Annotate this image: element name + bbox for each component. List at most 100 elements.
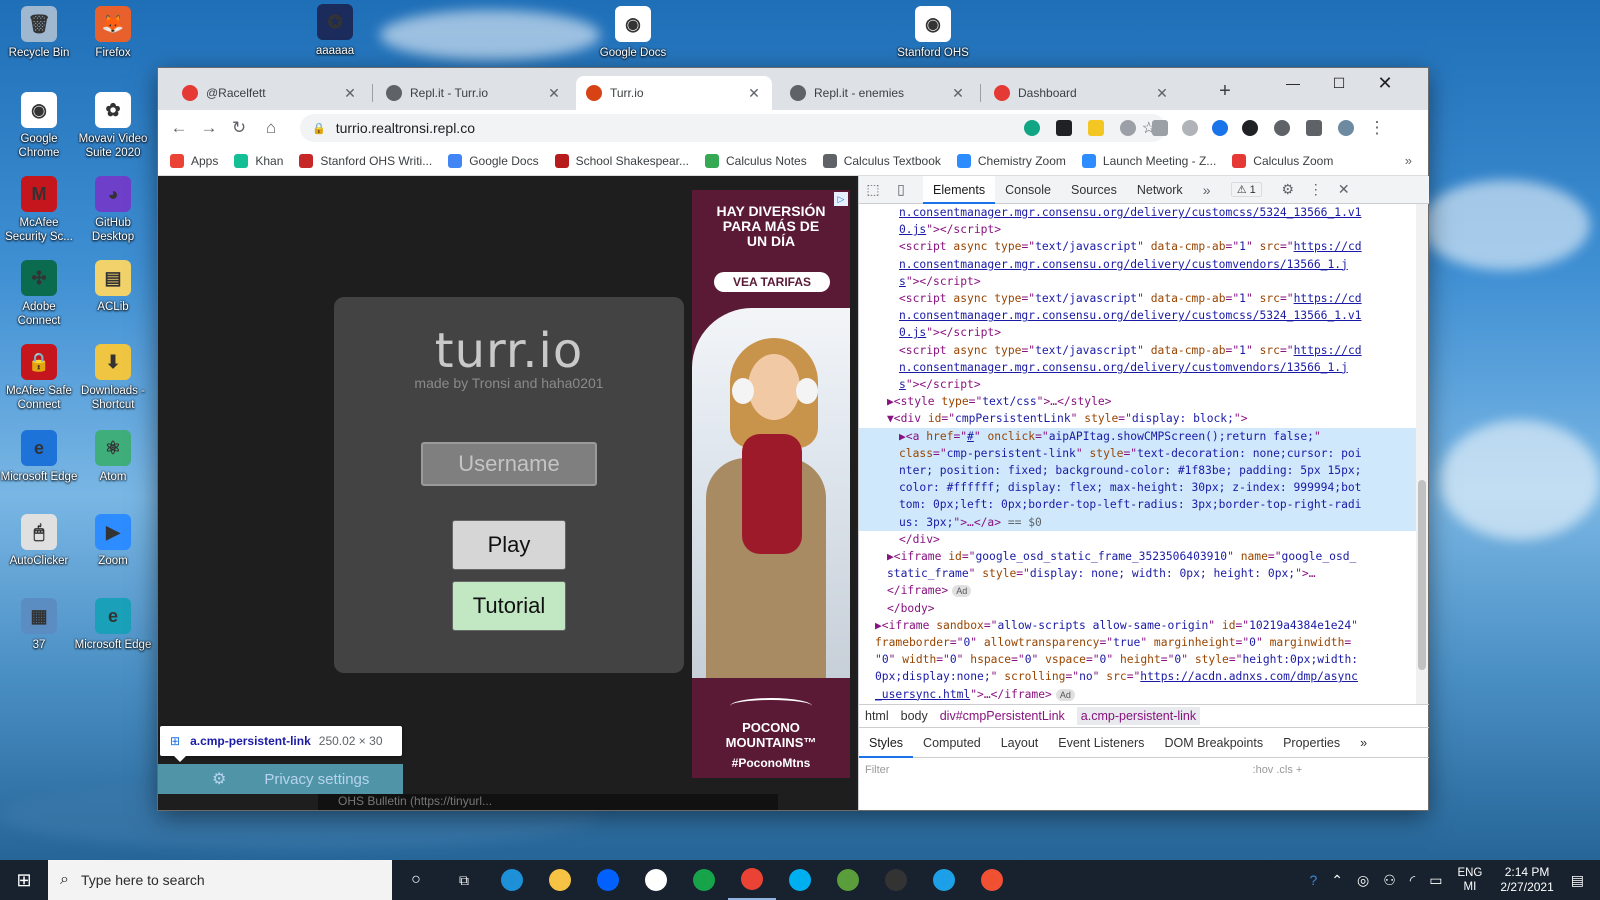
desktop-icon[interactable]: ⚛ Atom xyxy=(74,430,152,484)
settings-gear-icon[interactable]: ⚙ xyxy=(1274,181,1302,198)
desktop-icon[interactable]: ✣ Adobe Connect xyxy=(0,260,78,328)
extension-icon[interactable] xyxy=(1152,120,1168,136)
dom-line[interactable]: n.consentmanager.mgr.consensu.org/delive… xyxy=(859,256,1417,273)
clock[interactable]: 2:14 PM 2/27/2021 xyxy=(1500,865,1553,895)
more-tabs-icon[interactable]: » xyxy=(1193,182,1221,198)
bookmark-item[interactable]: Calculus Notes xyxy=(705,153,807,168)
desktop-icon[interactable]: ⬇ Downloads - Shortcut xyxy=(74,344,152,412)
inspect-element-icon[interactable]: ⬚ xyxy=(859,181,887,198)
bookmark-item[interactable]: Apps xyxy=(170,153,218,168)
device-toolbar-icon[interactable]: ▯ xyxy=(887,181,915,198)
desktop-icon[interactable]: ▶ Zoom xyxy=(74,514,152,568)
devtools-tab[interactable]: Sources xyxy=(1061,176,1127,204)
breadcrumb-item[interactable]: a.cmp-persistent-link xyxy=(1076,707,1201,725)
dom-line[interactable]: <script async type="text/javascript" dat… xyxy=(859,238,1417,255)
styles-subtab[interactable]: Styles xyxy=(859,728,914,758)
minimize-button[interactable]: — xyxy=(1270,68,1316,98)
taskbar-app-minecraft[interactable] xyxy=(824,860,872,900)
language-indicator[interactable]: ENG MI xyxy=(1457,866,1482,894)
dom-line[interactable]: <script async type="text/javascript" dat… xyxy=(859,342,1417,359)
dom-line[interactable]: us: 3px;">…</a> == $0 xyxy=(859,513,1417,531)
styles-subtab[interactable]: Properties xyxy=(1273,728,1350,758)
warning-badge[interactable]: ⚠ 1 xyxy=(1230,182,1262,197)
desktop-icon[interactable]: ◕ GitHub Desktop xyxy=(74,176,152,244)
taskbar-app-dropbox[interactable] xyxy=(584,860,632,900)
profile-avatar[interactable] xyxy=(1338,120,1354,136)
task-view-icon[interactable]: ⧉ xyxy=(440,860,488,900)
dom-line[interactable]: ▶<a href="#" onclick="aipAPItag.showCMPS… xyxy=(859,427,1417,445)
bookmark-item[interactable]: Calculus Zoom xyxy=(1232,153,1333,168)
dom-line[interactable]: color: #ffffff; display: flex; max-heigh… xyxy=(859,479,1417,497)
ad-cta-button[interactable]: VEA TARIFAS xyxy=(714,272,830,292)
grammarly-extension-icon[interactable] xyxy=(1024,120,1040,136)
dom-line[interactable]: </div> xyxy=(859,531,1417,548)
dom-line[interactable]: s"></script> xyxy=(859,376,1417,393)
desktop-icon[interactable]: 🦊 Firefox xyxy=(74,6,152,60)
maximize-button[interactable]: ☐ xyxy=(1316,68,1362,98)
dom-line[interactable]: 0.js"></script> xyxy=(859,324,1417,341)
more-menu-icon[interactable]: ⋮ xyxy=(1364,116,1390,140)
chevron-up-icon[interactable]: ⌃ xyxy=(1331,872,1343,889)
reload-button[interactable]: ↻ xyxy=(226,116,252,140)
meet-now-icon[interactable]: ◎ xyxy=(1357,872,1369,889)
desktop-icon[interactable]: 🖱 AutoClicker xyxy=(0,514,78,568)
taskbar-app-chrome[interactable] xyxy=(728,860,776,900)
dom-line[interactable]: </body> xyxy=(859,600,1417,617)
extensions-puzzle-icon[interactable] xyxy=(1306,120,1322,136)
desktop-icon[interactable]: M McAfee Security Sc... xyxy=(0,176,78,244)
breadcrumb-item[interactable]: body xyxy=(901,709,928,723)
extension-icon[interactable] xyxy=(1056,120,1072,136)
scrollbar-thumb[interactable] xyxy=(1418,480,1426,670)
bookmark-item[interactable]: Khan xyxy=(234,153,283,168)
dom-line[interactable]: </iframe> Ad xyxy=(859,582,1417,599)
browser-tab[interactable]: Dashboard ✕ xyxy=(984,76,1180,110)
dom-line[interactable]: n.consentmanager.mgr.consensu.org/delive… xyxy=(859,359,1417,376)
dom-line[interactable]: ▼<div id="cmpPersistentLink" style="disp… xyxy=(859,410,1417,427)
forward-button[interactable]: → xyxy=(196,116,222,140)
close-devtools-icon[interactable]: ✕ xyxy=(1330,181,1358,198)
dom-tree[interactable]: n.consentmanager.mgr.consensu.org/delive… xyxy=(859,204,1417,704)
bookmark-item[interactable]: Calculus Textbook xyxy=(822,153,941,168)
styles-subtab[interactable]: Event Listeners xyxy=(1048,728,1154,758)
back-button[interactable]: ← xyxy=(166,116,192,140)
taskbar-app-unknown-app[interactable] xyxy=(632,860,680,900)
devtools-tab[interactable]: Console xyxy=(995,176,1061,204)
browser-tab[interactable]: @Racelfett ✕ xyxy=(172,76,368,110)
breadcrumb-item[interactable]: html xyxy=(865,709,889,723)
desktop-icon[interactable]: e Microsoft Edge xyxy=(0,430,78,484)
desktop-icon[interactable]: ▤ ACLib xyxy=(74,260,152,314)
extension-icon[interactable] xyxy=(1182,120,1198,136)
people-icon[interactable]: ⚇ xyxy=(1383,872,1396,889)
desktop-icon[interactable]: 🔒 McAfee Safe Connect xyxy=(0,344,78,412)
bookmark-item[interactable]: Google Docs xyxy=(448,153,539,168)
taskbar-app-file-explorer[interactable] xyxy=(536,860,584,900)
play-button[interactable]: Play xyxy=(452,520,566,570)
bookmark-item[interactable]: Stanford OHS Writi... xyxy=(299,153,432,168)
extension-icon[interactable] xyxy=(1212,120,1228,136)
close-tab-icon[interactable]: ✕ xyxy=(746,85,762,102)
taskbar-app-skype[interactable] xyxy=(776,860,824,900)
cortana-icon[interactable]: ○ xyxy=(392,860,440,900)
dom-line[interactable]: ▶<iframe id="google_osd_static_frame_352… xyxy=(859,548,1417,565)
taskbar-search[interactable]: ⌕ Type here to search xyxy=(48,860,392,900)
bookmark-item[interactable]: School Shakespear... xyxy=(554,153,689,168)
taskbar-app-shutter-app[interactable] xyxy=(920,860,968,900)
taskbar-app-git-app[interactable] xyxy=(968,860,1016,900)
desktop-icon[interactable]: ▦ 37 xyxy=(0,598,78,652)
devtools-tab[interactable]: Elements xyxy=(923,175,996,204)
desktop-icon[interactable]: ✿ Movavi Video Suite 2020 xyxy=(74,92,152,160)
desktop-icon[interactable]: ◉ Google Docs xyxy=(594,6,672,60)
browser-tab[interactable]: Repl.it - enemies ✕ xyxy=(780,76,976,110)
adblock-extension-icon[interactable] xyxy=(1120,120,1136,136)
dom-line[interactable]: ▶<style type="text/css">…</style> xyxy=(859,393,1417,410)
close-tab-icon[interactable]: ✕ xyxy=(1154,85,1170,102)
close-window-button[interactable]: ✕ xyxy=(1362,68,1408,98)
advertisement-banner[interactable]: ▷ HAY DIVERSIÓN PARA MÁS DE UN DÍA VEA T… xyxy=(692,190,850,778)
notifications-icon[interactable]: ▤ xyxy=(1571,872,1584,889)
styles-subtab[interactable]: DOM Breakpoints xyxy=(1154,728,1273,758)
dom-line[interactable]: "0" width="0" hspace="0" vspace="0" heig… xyxy=(859,651,1417,668)
extension-icon[interactable] xyxy=(1088,120,1104,136)
bookmarks-more-icon[interactable]: » xyxy=(1405,153,1412,168)
start-windows-icon[interactable]: ⊞ xyxy=(0,860,48,900)
extension-icon[interactable] xyxy=(1274,120,1290,136)
